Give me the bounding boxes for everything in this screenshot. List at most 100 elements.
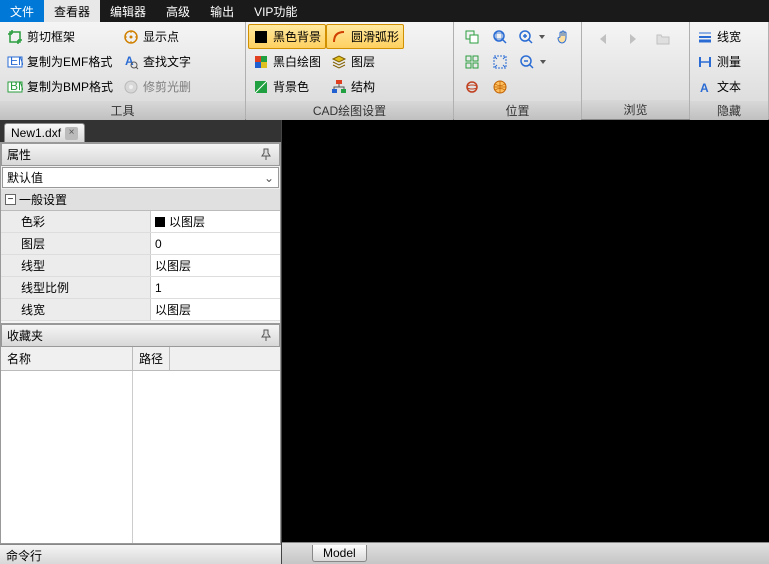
ribbon-group-browse-label: 浏览 [582, 100, 689, 119]
menu-viewer[interactable]: 查看器 [44, 0, 100, 22]
win-duplicate-icon [464, 29, 480, 45]
chevron-down-icon [539, 35, 545, 39]
file-tab-label: New1.dxf [11, 126, 61, 140]
zoom-out-icon [519, 54, 535, 70]
copy-bmp-label: 复制为BMP格式 [27, 78, 113, 95]
show-points-label: 显示点 [143, 28, 179, 45]
zoom-out-button[interactable] [514, 49, 550, 74]
menu-file[interactable]: 文件 [0, 0, 44, 22]
crop-frame-label: 剪切框架 [27, 28, 75, 45]
property-grid[interactable]: − 一般设置 色彩 以图层 图层 0 线型 以图层 线型比例 1 [1, 189, 280, 323]
globe-icon [492, 79, 508, 95]
smooth-arc-label: 圆滑弧形 [351, 28, 399, 45]
layers-button[interactable]: 图层 [326, 49, 404, 74]
prop-value[interactable]: 1 [151, 277, 280, 298]
prop-key: 线型比例 [1, 277, 151, 298]
fit-icon [492, 54, 508, 70]
menu-output[interactable]: 输出 [200, 0, 244, 22]
bw-plot-label: 黑白绘图 [273, 53, 321, 70]
zoom-in-button[interactable] [514, 24, 550, 49]
prop-row-layer[interactable]: 图层 0 [1, 233, 280, 255]
favorites-body[interactable] [1, 371, 280, 543]
command-line[interactable]: 命令行 [0, 544, 281, 564]
close-icon[interactable]: × [65, 127, 78, 140]
win-tile-button[interactable] [458, 49, 486, 74]
structure-icon [331, 79, 347, 95]
structure-button[interactable]: 结构 [326, 74, 404, 99]
bmp-icon: BMP [7, 79, 23, 95]
arrow-left-icon [595, 31, 611, 47]
favorites-panel: 收藏夹 名称 路径 [0, 324, 281, 544]
chevron-down-icon: ⌄ [264, 171, 274, 185]
text-button[interactable]: A 文本 [692, 74, 746, 99]
model-tab[interactable]: Model [312, 545, 367, 562]
pin-icon[interactable] [260, 329, 274, 343]
chevron-down-icon [540, 60, 546, 64]
copy-emf-button[interactable]: EMF 复制为EMF格式 [2, 49, 118, 74]
prop-value[interactable]: 以图层 [151, 255, 280, 276]
prop-key: 线宽 [1, 299, 151, 320]
collapse-icon[interactable]: − [5, 194, 16, 205]
default-value-combo[interactable]: 默认值 ⌄ [2, 167, 279, 188]
lineweight-button[interactable]: 线宽 [692, 24, 746, 49]
trim-label: 修剪光删 [143, 78, 191, 95]
black-bg-button[interactable]: 黑色背景 [248, 24, 326, 49]
property-category[interactable]: − 一般设置 [1, 189, 280, 211]
globe-button[interactable] [486, 74, 514, 99]
prop-row-linetype[interactable]: 线型 以图层 [1, 255, 280, 277]
prop-key: 色彩 [1, 211, 151, 232]
pin-icon[interactable] [260, 148, 274, 162]
col-path[interactable]: 路径 [133, 347, 170, 370]
prop-key: 图层 [1, 233, 151, 254]
properties-header: 属性 [1, 143, 280, 166]
zoom-in-icon [518, 29, 534, 45]
pan-button[interactable] [549, 24, 577, 49]
left-panels: New1.dxf × 属性 默认值 ⌄ − 一般设置 色彩 以图层 [0, 120, 281, 564]
menu-editor[interactable]: 编辑器 [100, 0, 156, 22]
bw-plot-button[interactable]: 黑白绘图 [248, 49, 326, 74]
nav-fwd-button [618, 26, 648, 51]
prop-value[interactable]: 以图层 [151, 211, 280, 232]
favorites-title: 收藏夹 [7, 327, 43, 344]
file-tab[interactable]: New1.dxf × [4, 123, 85, 142]
copy-bmp-button[interactable]: BMP 复制为BMP格式 [2, 74, 118, 99]
find-text-button[interactable]: A 查找文字 [118, 49, 196, 74]
orbit-button[interactable] [458, 74, 486, 99]
prop-row-lineweight[interactable]: 线宽 以图层 [1, 299, 280, 321]
crop-frame-button[interactable]: 剪切框架 [2, 24, 118, 49]
prop-value[interactable]: 0 [151, 233, 280, 254]
black-bg-label: 黑色背景 [273, 28, 321, 45]
folder-open-icon [655, 31, 671, 47]
emf-icon: EMF [7, 54, 23, 70]
default-value-label: 默认值 [7, 169, 43, 186]
zoom-all-icon [492, 29, 508, 45]
bg-color-label: 背景色 [273, 78, 309, 95]
ribbon-group-tools-label: 工具 [0, 101, 245, 120]
drawing-canvas[interactable]: Model [281, 120, 769, 564]
menu-vip[interactable]: VIP功能 [244, 0, 307, 22]
prop-row-ltscale[interactable]: 线型比例 1 [1, 277, 280, 299]
trim-button: 修剪光删 [118, 74, 196, 99]
measure-button[interactable]: 测量 [692, 49, 746, 74]
menu-bar: 文件 查看器 编辑器 高级 输出 VIP功能 [0, 0, 769, 22]
arc-icon [331, 29, 347, 45]
ribbon-group-cad: 黑色背景 黑白绘图 背景色 圆滑弧形 图层 [246, 22, 454, 119]
point-icon [123, 29, 139, 45]
find-text-label: 查找文字 [143, 53, 191, 70]
lineweight-label: 线宽 [717, 28, 741, 45]
ribbon-group-position: 位置 [454, 22, 582, 119]
ribbon-group-browse: 浏览 [582, 22, 690, 119]
prop-value[interactable]: 以图层 [151, 299, 280, 320]
prop-row-color[interactable]: 色彩 以图层 [1, 211, 280, 233]
zoom-all-button[interactable] [486, 24, 514, 49]
show-points-button[interactable]: 显示点 [118, 24, 196, 49]
ruler-icon [697, 54, 713, 70]
disc-icon [123, 79, 139, 95]
col-name[interactable]: 名称 [1, 347, 133, 370]
win-duplicate-button[interactable] [458, 24, 486, 49]
bg-color-button[interactable]: 背景色 [248, 74, 326, 99]
layers-label: 图层 [351, 53, 375, 70]
smooth-arc-button[interactable]: 圆滑弧形 [326, 24, 404, 49]
menu-advanced[interactable]: 高级 [156, 0, 200, 22]
fit-button[interactable] [486, 49, 514, 74]
